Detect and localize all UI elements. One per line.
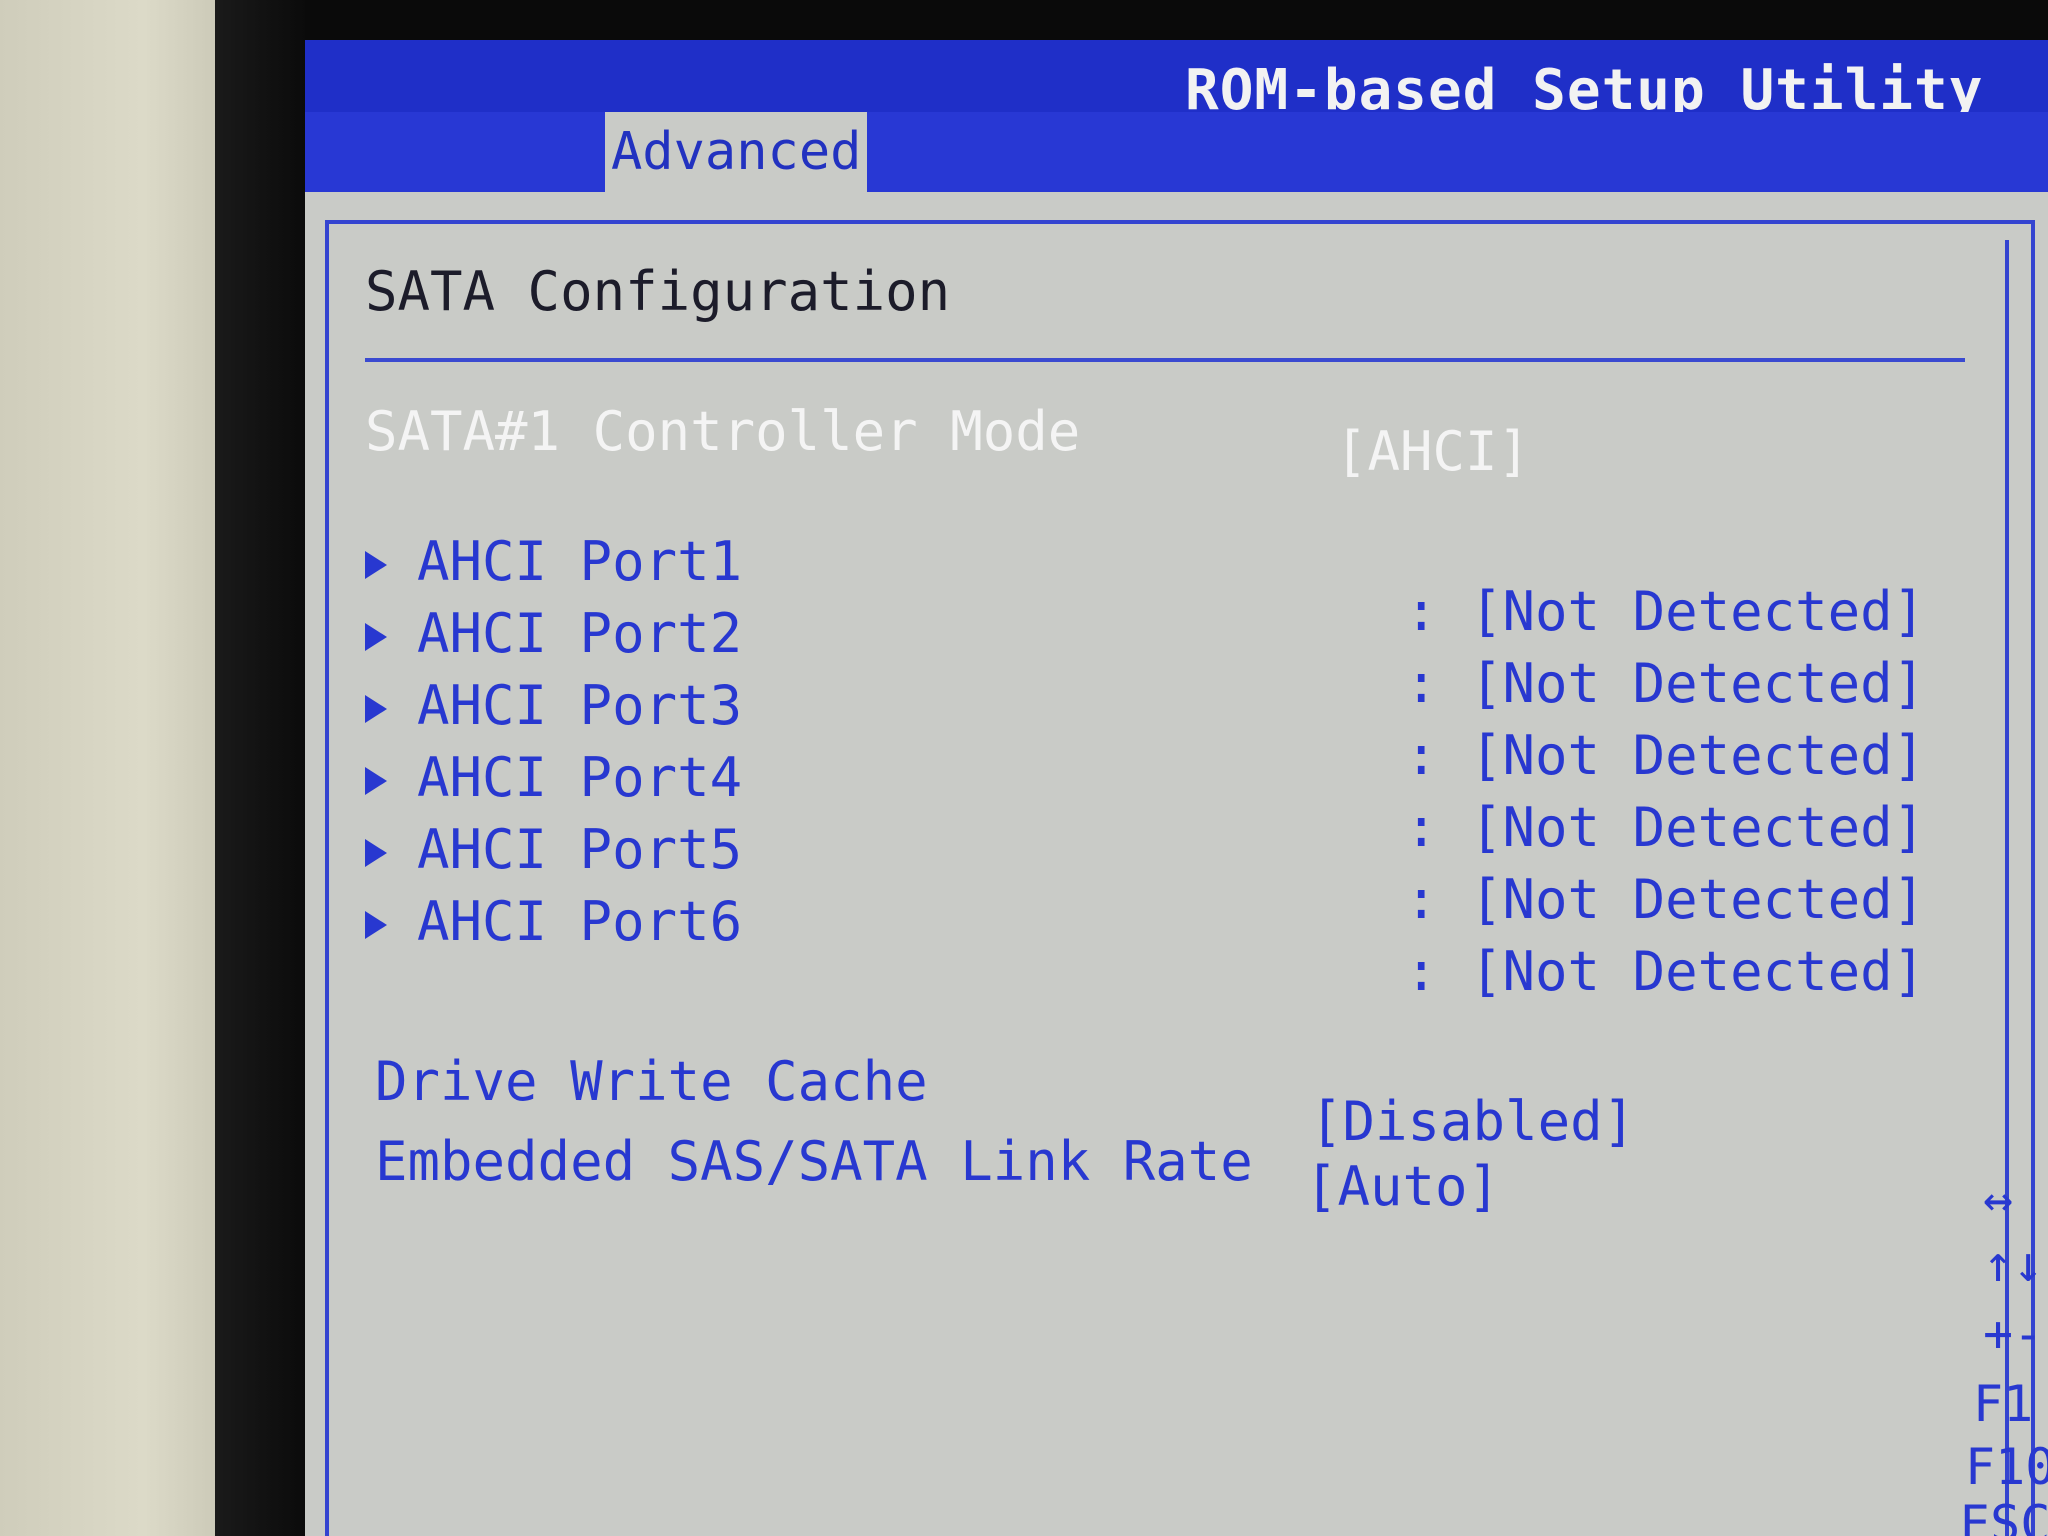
port-label: AHCI Port2 xyxy=(417,602,743,665)
menu-item-ahci-port6[interactable]: AHCI Port6 xyxy=(365,890,742,953)
port-label: AHCI Port6 xyxy=(417,890,743,953)
menu-item-ahci-port4[interactable]: AHCI Port4 xyxy=(365,746,742,809)
menu-item-ahci-port2[interactable]: AHCI Port2 xyxy=(365,602,742,665)
monitor-bezel-inner xyxy=(215,0,305,1536)
drive-write-cache-value[interactable]: [Disabled] xyxy=(1310,1090,1635,1153)
port4-status: : [Not Detected] xyxy=(1405,796,1926,859)
f1-key: F1 xyxy=(1973,1375,2034,1433)
menu-bar: Advanced xyxy=(305,112,2048,192)
submenu-arrow-icon xyxy=(365,911,387,940)
drive-write-cache-label[interactable]: Drive Write Cache xyxy=(375,1050,928,1113)
controller-mode-label[interactable]: SATA#1 Controller Mode xyxy=(365,400,1080,463)
menu-item-ahci-port5[interactable]: AHCI Port5 xyxy=(365,818,742,881)
up-down-arrows-icon: ↑↓ xyxy=(1983,1235,2044,1293)
plus-minus-key: +- xyxy=(1983,1305,2044,1363)
menu-item-ahci-port3[interactable]: AHCI Port3 xyxy=(365,674,742,737)
port3-status: : [Not Detected] xyxy=(1405,724,1926,787)
esc-key: ESC xyxy=(1960,1495,2048,1536)
link-rate-value[interactable]: [Auto] xyxy=(1305,1155,1500,1218)
port-label: AHCI Port3 xyxy=(417,674,743,737)
title-divider xyxy=(365,358,1965,362)
left-right-arrows-icon: ↔ xyxy=(1983,1170,2014,1228)
bios-screen: ROM-based Setup Utility Advanced SATA Co… xyxy=(305,40,2048,1536)
port2-status: : [Not Detected] xyxy=(1405,652,1926,715)
port6-status: : [Not Detected] xyxy=(1405,940,1926,1003)
menu-item-ahci-port1[interactable]: AHCI Port1 xyxy=(365,530,742,593)
submenu-arrow-icon xyxy=(365,695,387,724)
port5-status: : [Not Detected] xyxy=(1405,868,1926,931)
submenu-arrow-icon xyxy=(365,767,387,796)
link-rate-label[interactable]: Embedded SAS/SATA Link Rate xyxy=(375,1130,1253,1193)
f10-key: F10 xyxy=(1965,1438,2048,1496)
submenu-arrow-icon xyxy=(365,551,387,580)
controller-mode-value[interactable]: [AHCI] xyxy=(1335,420,1530,483)
page-title: SATA Configuration xyxy=(365,260,951,323)
port-label: AHCI Port5 xyxy=(417,818,743,881)
submenu-arrow-icon xyxy=(365,839,387,868)
submenu-arrow-icon xyxy=(365,623,387,652)
port-label: AHCI Port1 xyxy=(417,530,743,593)
port1-status: : [Not Detected] xyxy=(1405,580,1926,643)
port-label: AHCI Port4 xyxy=(417,746,743,809)
monitor-bezel xyxy=(0,0,240,1536)
tab-advanced[interactable]: Advanced xyxy=(605,112,868,192)
title-bar: ROM-based Setup Utility xyxy=(305,40,2048,123)
